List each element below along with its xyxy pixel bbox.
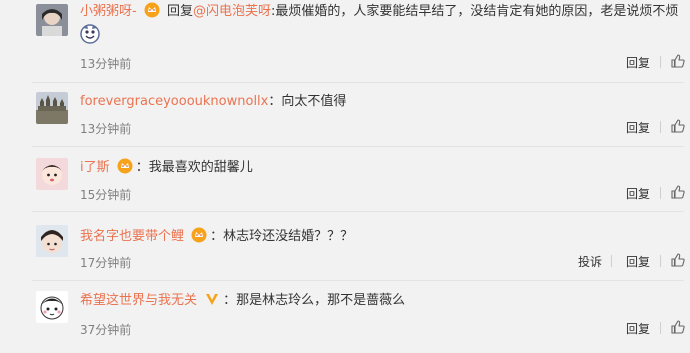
member-crown-icon	[144, 2, 160, 25]
timestamp: 13分钟前	[80, 57, 132, 71]
reply-button[interactable]: 回复	[626, 54, 650, 71]
avatar[interactable]	[36, 225, 68, 257]
username-link[interactable]: forevergraceyooouknownollx	[80, 94, 268, 109]
timestamp: 15分钟前	[80, 188, 132, 202]
comment-item: 小粥粥呀- 回复@闪电泡芙呀:最烦催婚的，人家要能结早结了，没结肯定有她的原因，…	[0, 0, 690, 80]
divider	[32, 280, 684, 281]
comment-line: forevergraceyooouknownollx：向太不值得	[80, 92, 346, 112]
member-crown-icon	[191, 227, 207, 250]
member-crown-icon	[117, 158, 133, 181]
username-link[interactable]: 我名字也要带个鲤	[80, 229, 184, 244]
comment-line: 我名字也要带个鲤 ：林志玲还没结婚？？？	[80, 227, 353, 247]
comment-text: ：我最喜欢的甜馨儿	[135, 160, 253, 175]
comment-item: i了斯 ：我最喜欢的甜馨儿 15分钟前 回复	[0, 156, 690, 212]
divider	[32, 146, 684, 147]
comment-line: 小粥粥呀- 回复@闪电泡芙呀:最烦催婚的，人家要能结早结了，没结肯定有她的原因，…	[80, 2, 678, 22]
action-divider	[660, 187, 661, 199]
avatar[interactable]	[36, 291, 68, 323]
username-link[interactable]: 希望这世界与我无关	[80, 293, 197, 308]
thumbs-up-icon[interactable]	[670, 252, 686, 268]
mention-link[interactable]: @闪电泡芙呀	[193, 4, 271, 19]
avatar[interactable]	[36, 4, 68, 36]
divider	[32, 211, 684, 212]
timestamp: 37分钟前	[80, 323, 132, 337]
reply-prefix: 回复	[166, 4, 193, 19]
report-button[interactable]: 投诉	[578, 253, 602, 270]
thumbs-up-icon[interactable]	[670, 53, 686, 69]
reply-button[interactable]: 回复	[626, 185, 650, 202]
comment-text: ：向太不值得	[268, 94, 347, 109]
timestamp: 13分钟前	[80, 122, 132, 136]
comment-item: 我名字也要带个鲤 ：林志玲还没结婚？？？ 17分钟前 投诉 回复	[0, 225, 690, 281]
action-divider	[660, 121, 661, 133]
comment-line: 希望这世界与我无关 ：那是林志玲么，那不是蔷薇么	[80, 291, 405, 311]
reply-button[interactable]: 回复	[626, 320, 650, 337]
username-link[interactable]: i了斯	[80, 160, 110, 175]
thumbs-up-icon[interactable]	[670, 319, 686, 335]
avatar[interactable]	[36, 92, 68, 124]
reply-button[interactable]: 回复	[626, 119, 650, 136]
action-divider	[611, 255, 612, 267]
avatar[interactable]	[36, 158, 68, 190]
action-divider	[660, 255, 661, 267]
timestamp: 17分钟前	[80, 256, 132, 270]
comment-text: ：林志玲还没结婚？？？	[210, 229, 354, 244]
comment-text: ：那是林志玲么，那不是蔷薇么	[223, 293, 406, 308]
thumbs-up-icon[interactable]	[670, 184, 686, 200]
action-divider	[660, 56, 661, 68]
comment-list: 小粥粥呀- 回复@闪电泡芙呀:最烦催婚的，人家要能结早结了，没结肯定有她的原因，…	[0, 0, 690, 353]
comment-item: 希望这世界与我无关 ：那是林志玲么，那不是蔷薇么 37分钟前 回复	[0, 289, 690, 349]
username-link[interactable]: 小粥粥呀-	[80, 4, 137, 19]
action-divider	[660, 322, 661, 334]
thumbs-up-icon[interactable]	[670, 118, 686, 134]
comment-text: :最烦催婚的，人家要能结早结了，没结肯定有她的原因，老是说烦不烦	[271, 4, 679, 19]
comment-line: i了斯 ：我最喜欢的甜馨儿	[80, 158, 253, 178]
comment-item: forevergraceyooouknownollx：向太不值得 13分钟前 回…	[0, 90, 690, 150]
cute-sticker-icon	[80, 24, 100, 48]
divider	[32, 82, 684, 83]
vip-badge-icon	[204, 291, 220, 314]
reply-button[interactable]: 回复	[626, 253, 650, 270]
